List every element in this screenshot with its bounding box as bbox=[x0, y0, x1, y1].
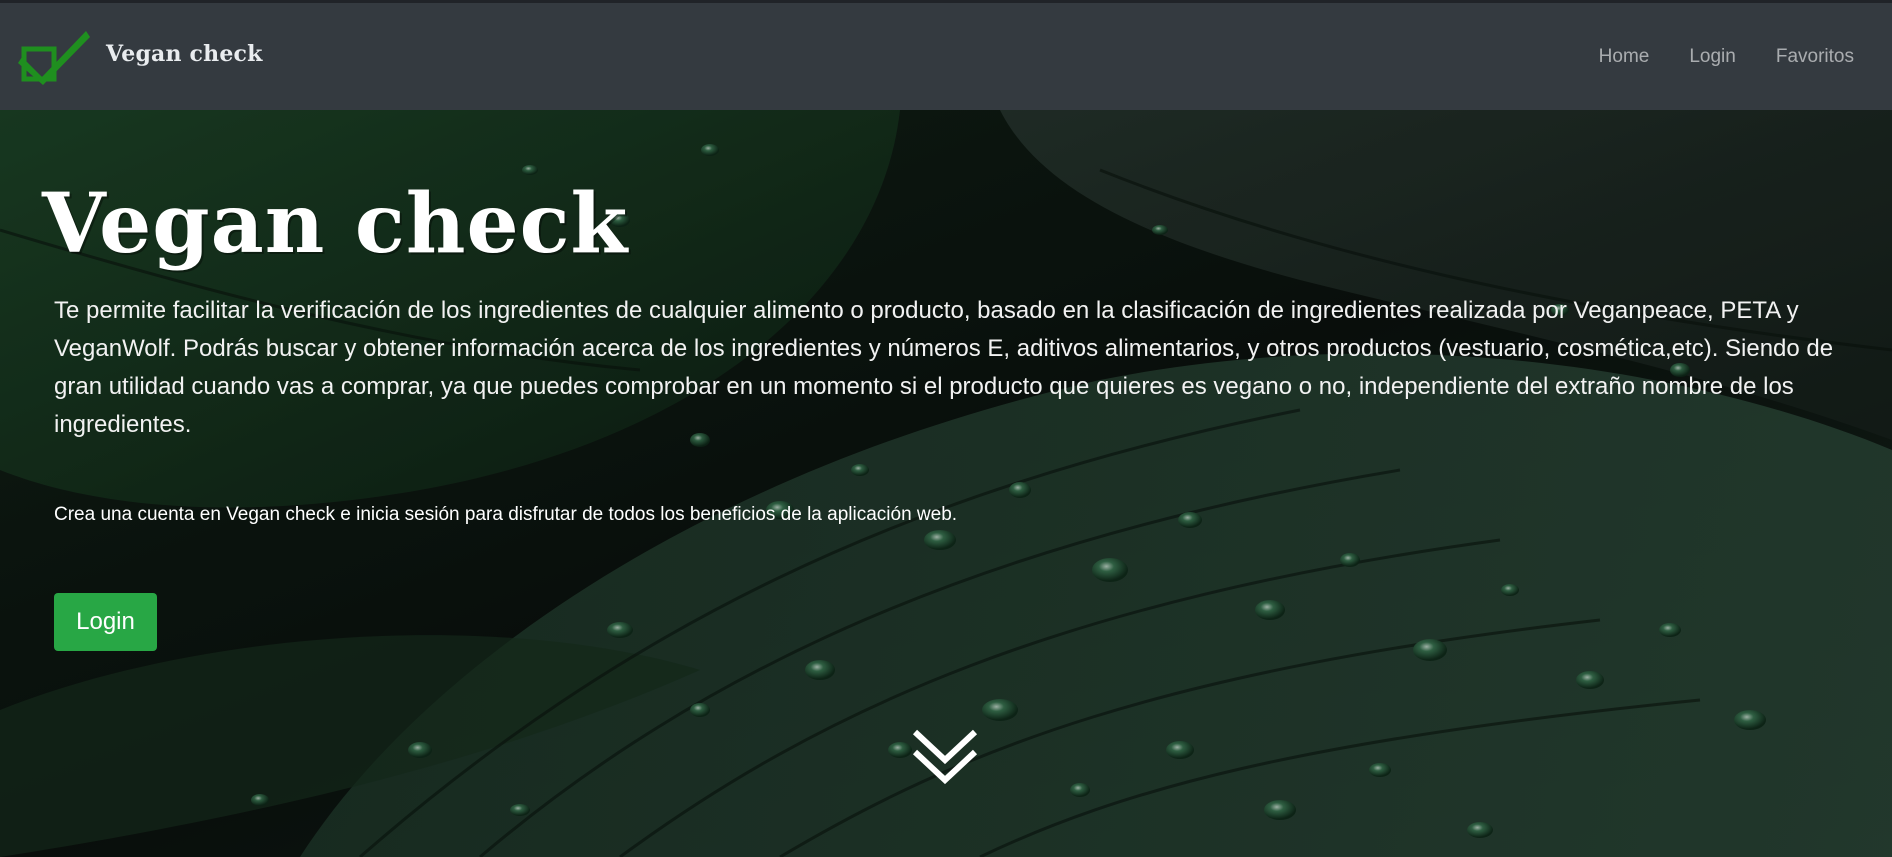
nav-link-home[interactable]: Home bbox=[1599, 46, 1650, 68]
brand-link[interactable]: Vegan check bbox=[18, 27, 263, 91]
hero-title: Vegan check bbox=[42, 176, 629, 272]
hero: Vegan check Te permite facilitar la veri… bbox=[0, 110, 1892, 857]
hero-note: Crea una cuenta en Vegan check e inicia … bbox=[54, 504, 958, 525]
top-border bbox=[0, 0, 1892, 3]
nav-link-login[interactable]: Login bbox=[1689, 46, 1736, 68]
page: Vegan check Home Login Favoritos Vegan c… bbox=[0, 0, 1892, 857]
nav-link-favoritos[interactable]: Favoritos bbox=[1776, 46, 1854, 68]
login-button[interactable]: Login bbox=[54, 593, 157, 651]
double-chevron-down-icon[interactable] bbox=[909, 726, 981, 788]
hero-content: Vegan check Te permite facilitar la veri… bbox=[0, 110, 1892, 857]
navbar: Vegan check Home Login Favoritos bbox=[0, 3, 1892, 110]
checkmark-box-icon bbox=[18, 31, 90, 85]
nav-links: Home Login Favoritos bbox=[1559, 3, 1854, 110]
brand-name: Vegan check bbox=[106, 41, 263, 67]
hero-description: Te permite facilitar la verificación de … bbox=[54, 297, 1834, 438]
